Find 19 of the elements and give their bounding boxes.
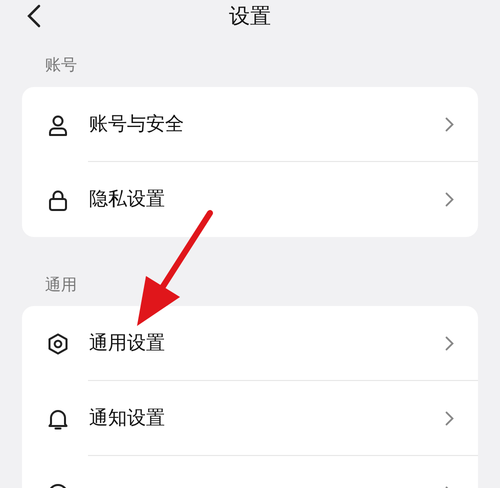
settings-row[interactable]: 通用设置 (22, 306, 478, 381)
lock-icon (47, 188, 69, 210)
settings-icon (47, 332, 69, 354)
section-label: 账号 (45, 54, 77, 76)
settings-row[interactable]: 账号与安全 (22, 87, 478, 162)
row-label: 账号与安全 (89, 112, 184, 138)
person-icon (47, 114, 69, 136)
chevron-icon (445, 411, 454, 426)
chevron-icon (445, 192, 454, 207)
section-label: 通用 (45, 274, 77, 296)
bell-icon (47, 408, 69, 430)
chevron-icon (445, 117, 454, 132)
settings-row[interactable]: 隐私设置 (22, 162, 478, 237)
row-label: 隐私设置 (89, 187, 165, 212)
settings-row[interactable]: 通知设置 (22, 381, 478, 456)
row-label: 通用设置 (89, 331, 165, 356)
row-label: 通知设置 (89, 406, 165, 432)
page-title: 设置 (229, 3, 271, 30)
chevron-icon (445, 336, 454, 351)
